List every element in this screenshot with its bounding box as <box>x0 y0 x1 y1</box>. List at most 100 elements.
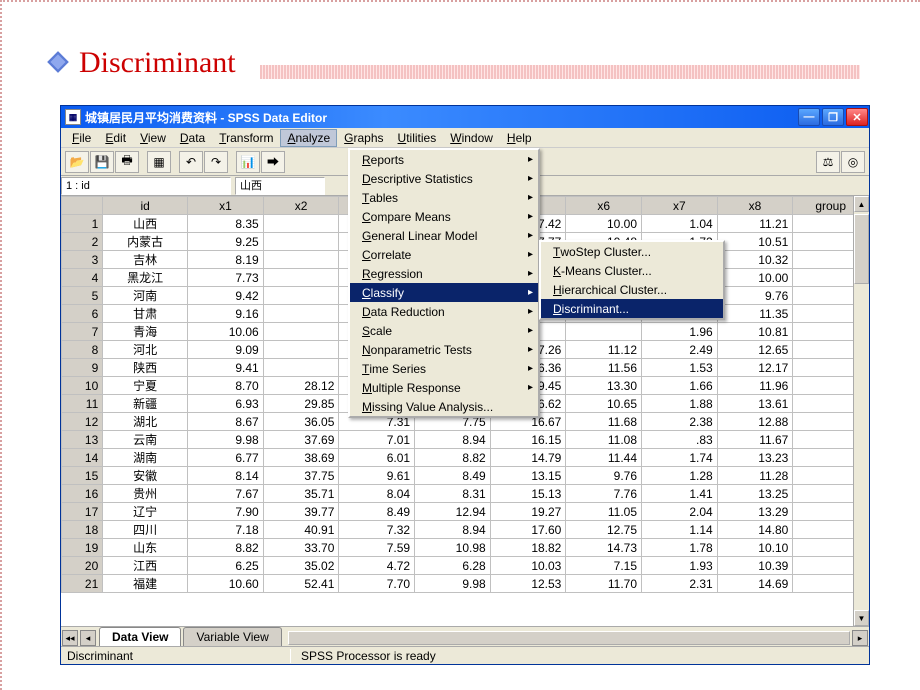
scroll-down-icon[interactable]: ▼ <box>854 610 869 626</box>
menu-item-multiple-response[interactable]: Multiple Response <box>350 378 538 397</box>
cell[interactable]: 甘肃 <box>103 305 188 323</box>
cell[interactable] <box>263 359 339 377</box>
cell[interactable]: 2.31 <box>642 575 718 593</box>
cell[interactable] <box>263 323 339 341</box>
cell[interactable]: .83 <box>642 431 718 449</box>
goto-chart-icon[interactable]: 📊 <box>236 151 260 173</box>
cell[interactable]: 11.67 <box>717 431 793 449</box>
menu-graphs[interactable]: Graphs <box>337 129 390 147</box>
menu-item-descriptive-statistics[interactable]: Descriptive Statistics <box>350 169 538 188</box>
cell[interactable]: 10.00 <box>717 269 793 287</box>
row-header[interactable]: 16 <box>62 485 103 503</box>
cell[interactable]: 7.73 <box>188 269 264 287</box>
cell[interactable]: 15.13 <box>490 485 566 503</box>
cell[interactable]: 8.70 <box>188 377 264 395</box>
col-x2[interactable]: x2 <box>263 197 339 215</box>
vertical-scrollbar[interactable]: ▲ ▼ <box>853 196 869 626</box>
cell[interactable]: 河南 <box>103 287 188 305</box>
menu-help[interactable]: Help <box>500 129 539 147</box>
cell[interactable] <box>263 251 339 269</box>
menu-item-correlate[interactable]: Correlate <box>350 245 538 264</box>
menu-item-reports[interactable]: Reports <box>350 150 538 169</box>
cell[interactable]: 14.79 <box>490 449 566 467</box>
cell[interactable]: 8.04 <box>339 485 415 503</box>
cell[interactable]: 12.88 <box>717 413 793 431</box>
cell[interactable]: 8.94 <box>415 521 491 539</box>
cell[interactable]: 9.25 <box>188 233 264 251</box>
cell[interactable]: 四川 <box>103 521 188 539</box>
cell[interactable]: 8.49 <box>415 467 491 485</box>
cell[interactable]: 安徽 <box>103 467 188 485</box>
cell[interactable]: 10.00 <box>566 215 642 233</box>
undo-icon[interactable]: ↶ <box>179 151 203 173</box>
cell[interactable]: 1.74 <box>642 449 718 467</box>
row-header[interactable]: 8 <box>62 341 103 359</box>
cell[interactable] <box>263 215 339 233</box>
row-header[interactable]: 2 <box>62 233 103 251</box>
cell[interactable]: 福建 <box>103 575 188 593</box>
menu-utilities[interactable]: Utilities <box>391 129 444 147</box>
cell[interactable]: 12.53 <box>490 575 566 593</box>
tab-variable-view[interactable]: Variable View <box>183 627 281 646</box>
tab-data-view[interactable]: Data View <box>99 627 181 646</box>
close-button[interactable]: ✕ <box>846 108 868 126</box>
row-header[interactable]: 5 <box>62 287 103 305</box>
cell[interactable]: 9.76 <box>566 467 642 485</box>
menu-data[interactable]: Data <box>173 129 212 147</box>
cell[interactable]: 2.04 <box>642 503 718 521</box>
menu-analyze[interactable]: Analyze <box>280 129 337 147</box>
cell[interactable]: 贵州 <box>103 485 188 503</box>
col-id[interactable]: id <box>103 197 188 215</box>
row-header[interactable]: 4 <box>62 269 103 287</box>
row-header[interactable]: 3 <box>62 251 103 269</box>
menu-item-compare-means[interactable]: Compare Means <box>350 207 538 226</box>
col-x7[interactable]: x7 <box>642 197 718 215</box>
row-header[interactable]: 10 <box>62 377 103 395</box>
dialog-recall-icon[interactable]: ▦ <box>147 151 171 173</box>
cell[interactable]: 11.35 <box>717 305 793 323</box>
cell[interactable]: 11.05 <box>566 503 642 521</box>
cell[interactable]: 11.21 <box>717 215 793 233</box>
cell[interactable]: 10.60 <box>188 575 264 593</box>
cell[interactable]: 吉林 <box>103 251 188 269</box>
cell[interactable]: 青海 <box>103 323 188 341</box>
cell[interactable]: 9.42 <box>188 287 264 305</box>
cell[interactable]: 7.70 <box>339 575 415 593</box>
cell[interactable]: 19.27 <box>490 503 566 521</box>
cell[interactable] <box>566 323 642 341</box>
menu-edit[interactable]: Edit <box>98 129 133 147</box>
cell[interactable]: 9.76 <box>717 287 793 305</box>
maximize-button[interactable]: ❐ <box>822 108 844 126</box>
cell[interactable]: 7.01 <box>339 431 415 449</box>
horizontal-scrollbar[interactable] <box>288 631 850 645</box>
cell[interactable]: 辽宁 <box>103 503 188 521</box>
cell[interactable]: 38.69 <box>263 449 339 467</box>
cell[interactable]: 6.77 <box>188 449 264 467</box>
cell[interactable]: 11.08 <box>566 431 642 449</box>
cell[interactable]: 7.59 <box>339 539 415 557</box>
cell[interactable]: 36.05 <box>263 413 339 431</box>
cell[interactable]: 1.78 <box>642 539 718 557</box>
tab-nav-first-icon[interactable]: ◂◂ <box>62 630 78 646</box>
cell[interactable]: 10.81 <box>717 323 793 341</box>
cell[interactable]: 10.65 <box>566 395 642 413</box>
cell[interactable]: 宁夏 <box>103 377 188 395</box>
cell[interactable]: 39.77 <box>263 503 339 521</box>
cell[interactable]: 13.25 <box>717 485 793 503</box>
cell[interactable]: 8.49 <box>339 503 415 521</box>
cell[interactable]: 黑龙江 <box>103 269 188 287</box>
cell[interactable]: 8.31 <box>415 485 491 503</box>
cell[interactable]: 18.82 <box>490 539 566 557</box>
cell[interactable]: 山东 <box>103 539 188 557</box>
cell[interactable]: 13.61 <box>717 395 793 413</box>
cell[interactable]: 16.15 <box>490 431 566 449</box>
cell[interactable]: 12.65 <box>717 341 793 359</box>
cell[interactable]: 新疆 <box>103 395 188 413</box>
open-icon[interactable]: 📂 <box>65 151 89 173</box>
cell[interactable]: 10.98 <box>415 539 491 557</box>
cell[interactable]: 1.88 <box>642 395 718 413</box>
cell[interactable]: 11.12 <box>566 341 642 359</box>
menu-window[interactable]: Window <box>443 129 500 147</box>
cell[interactable] <box>263 305 339 323</box>
cell[interactable]: 37.75 <box>263 467 339 485</box>
